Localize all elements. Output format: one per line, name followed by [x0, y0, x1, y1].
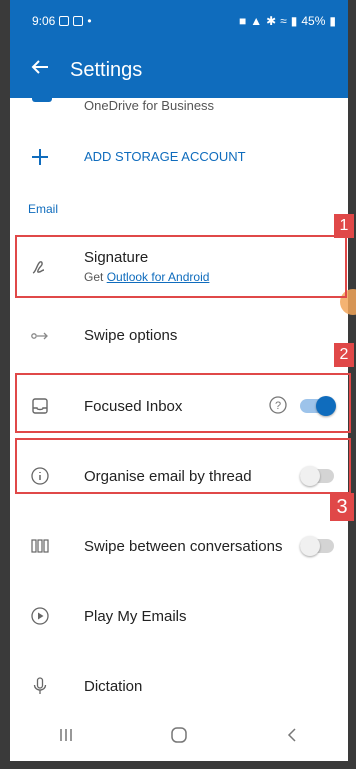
signal-icon: ▮	[290, 14, 298, 28]
phone-screen: 9:06 • ■ ▲ ✱ ≈ ▮ 45% ▮ Settings OneDrive…	[0, 0, 356, 769]
play-circle-icon	[28, 604, 52, 628]
dictation-row[interactable]: Dictation	[10, 658, 348, 714]
bluetooth-icon: ✱	[266, 14, 277, 28]
add-storage-label: ADD STORAGE ACCOUNT	[84, 149, 246, 164]
swipe-options-row[interactable]: Swipe options	[10, 310, 348, 362]
recents-icon	[60, 728, 72, 741]
recents-button[interactable]	[57, 726, 75, 749]
wifi-icon: ≈	[280, 14, 287, 28]
annotation-tag-3: 3	[330, 493, 354, 521]
microphone-icon	[28, 674, 52, 698]
back-chevron-icon	[287, 727, 296, 742]
battery-icon: ▮	[329, 14, 336, 28]
arrow-left-icon	[31, 60, 48, 74]
onedrive-account-row[interactable]: OneDrive for Business	[10, 94, 348, 130]
play-my-emails-row[interactable]: Play My Emails	[10, 588, 348, 644]
annotation-tag-2: 2	[334, 343, 354, 367]
mute-icon: ▲	[250, 14, 263, 28]
battery-level: 45%	[301, 14, 326, 28]
swipe-conversations-toggle[interactable]	[300, 536, 334, 556]
page-title: Settings	[70, 58, 143, 81]
dictation-label: Dictation	[84, 678, 143, 695]
status-bar: 9:06 • ■ ▲ ✱ ≈ ▮ 45% ▮	[10, 0, 348, 42]
onedrive-label: OneDrive for Business	[84, 98, 215, 113]
lock-icon: ■	[238, 14, 247, 28]
app-bar: Settings	[10, 42, 348, 98]
annotation-tag-1: 1	[334, 214, 354, 238]
annotation-box-organise-thread	[15, 438, 351, 494]
dot-notification-icon: •	[87, 14, 92, 28]
device-frame-bottom	[0, 761, 356, 769]
back-nav-button[interactable]	[283, 726, 301, 749]
home-icon	[171, 726, 187, 743]
home-button[interactable]	[169, 725, 189, 750]
columns-icon	[28, 534, 52, 558]
play-my-emails-label: Play My Emails	[84, 608, 187, 625]
swipe-arrow-icon	[28, 324, 52, 348]
annotation-box-signature	[15, 235, 347, 298]
plus-icon	[28, 145, 52, 169]
onedrive-icon	[32, 94, 52, 102]
email-section-header: Email	[10, 196, 348, 222]
add-storage-account-button[interactable]: ADD STORAGE ACCOUNT	[10, 134, 348, 180]
device-frame-left	[0, 0, 10, 769]
back-button[interactable]	[10, 57, 70, 83]
video-notification-icon	[59, 16, 70, 26]
file-notification-icon	[73, 16, 84, 26]
system-nav-bar	[10, 712, 348, 762]
swipe-conversations-label: Swipe between conversations	[84, 538, 283, 555]
swipe-conversations-row[interactable]: Swipe between conversations	[10, 518, 348, 574]
status-time: 9:06	[32, 14, 56, 28]
email-header-label: Email	[28, 202, 59, 216]
toggle-knob	[300, 536, 320, 556]
swipe-options-label: Swipe options	[84, 327, 178, 344]
annotation-box-focused-inbox	[15, 373, 351, 433]
